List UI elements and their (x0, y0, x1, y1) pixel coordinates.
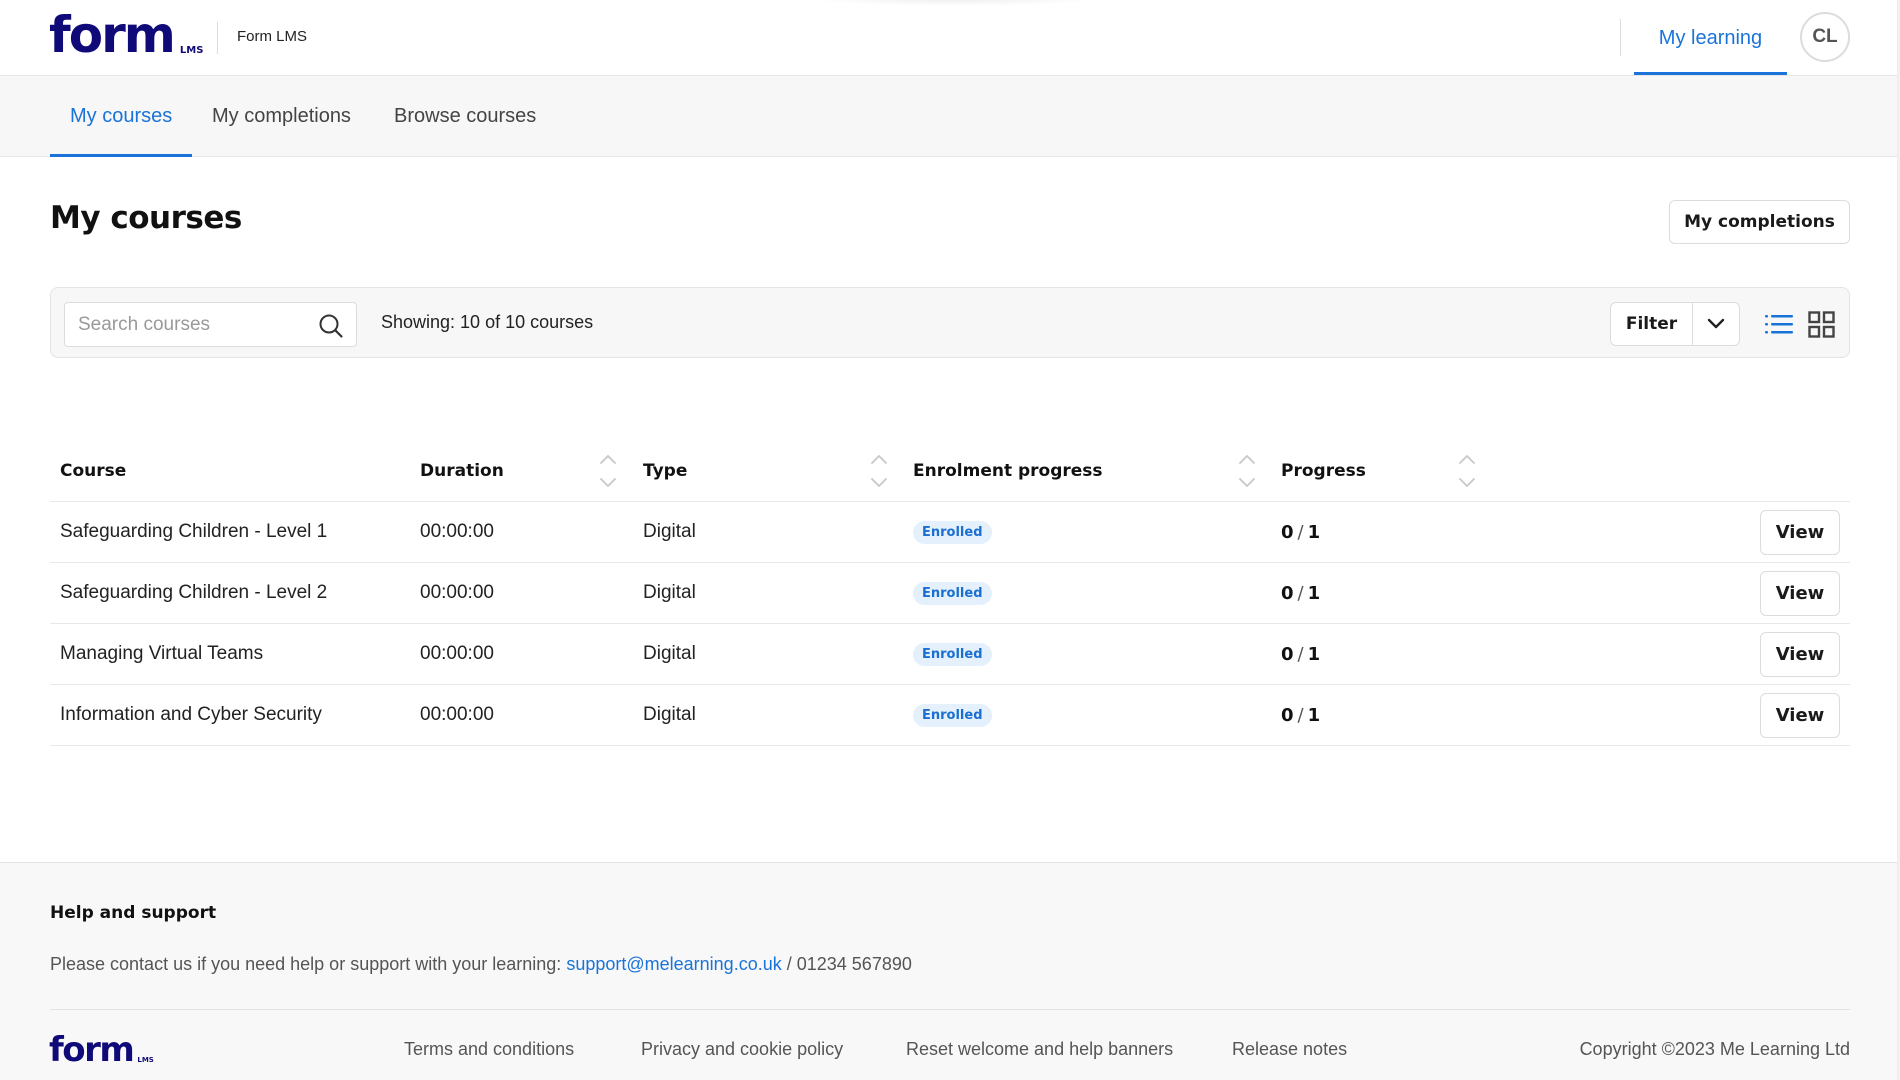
my-learning-tab[interactable]: My learning (1634, 0, 1787, 76)
view-course-button[interactable]: View (1760, 510, 1840, 555)
copyright: Copyright ©2023 Me Learning Ltd (1579, 1039, 1850, 1059)
terms-link[interactable]: Terms and conditions (404, 1039, 574, 1060)
help-message: Please contact us if you need help or su… (50, 954, 562, 974)
progress-completed: 0 (1281, 521, 1294, 543)
support-email-link[interactable]: support@melearning.co.uk (566, 954, 781, 974)
enrolment-status-badge: Enrolled (913, 581, 992, 605)
view-course-button[interactable]: View (1760, 693, 1840, 738)
course-type: Digital (643, 582, 696, 603)
progress-total: 1 (1307, 643, 1321, 665)
progress-separator: / (1297, 521, 1304, 543)
column-duration[interactable]: Duration (420, 440, 504, 502)
enrolment-status-badge: Enrolled (913, 642, 992, 666)
enrolment-status-badge: Enrolled (913, 703, 992, 727)
course-name: Safeguarding Children - Level 2 (60, 582, 328, 603)
progress-total: 1 (1307, 521, 1321, 543)
filter-button[interactable]: Filter (1611, 303, 1693, 345)
progress-separator: / (1297, 582, 1304, 604)
my-completions-button[interactable]: My completions (1669, 200, 1850, 244)
course-duration: 00:00:00 (420, 643, 494, 664)
footer-logo: form LMS (49, 1033, 154, 1067)
grid-view-icon[interactable] (1808, 311, 1835, 338)
app-name: Form LMS (237, 28, 308, 45)
table-row: Safeguarding Children - Level 2 00:00:00… (50, 563, 1850, 624)
view-course-button[interactable]: View (1760, 632, 1840, 677)
help-text: Please contact us if you need help or su… (50, 954, 912, 975)
course-progress: 0/1 (1281, 502, 1320, 562)
list-view-icon[interactable] (1765, 312, 1793, 336)
table-body: Safeguarding Children - Level 1 00:00:00… (50, 502, 1850, 746)
support-phone: / 01234 567890 (786, 954, 912, 974)
column-course: Course (60, 461, 127, 481)
logo-word: form (49, 6, 176, 64)
progress-separator: / (1297, 643, 1304, 665)
privacy-link[interactable]: Privacy and cookie policy (641, 1039, 843, 1060)
user-avatar[interactable]: CL (1800, 12, 1850, 62)
sub-navigation: My courses My completions Browse courses (0, 76, 1897, 157)
form-lms-logo[interactable]: form LMS (49, 10, 203, 60)
footer-divider (50, 1009, 1850, 1010)
sort-enrolment-icon[interactable] (1236, 452, 1258, 490)
header-right-divider (1620, 19, 1621, 56)
header-divider (217, 22, 218, 54)
course-duration: 00:00:00 (420, 582, 494, 603)
sort-progress-icon[interactable] (1456, 452, 1478, 490)
footer-logo-suffix: LMS (137, 1056, 154, 1064)
course-type: Digital (643, 704, 696, 725)
view-course-button[interactable]: View (1760, 571, 1840, 616)
results-count: Showing: 10 of 10 courses (381, 312, 594, 332)
footer-logo-word: form (49, 1030, 135, 1070)
filter-dropdown[interactable]: Filter (1610, 302, 1740, 346)
column-enrolment-progress[interactable]: Enrolment progress (913, 440, 1103, 502)
progress-separator: / (1297, 704, 1304, 726)
course-toolbar: Showing: 10 of 10 courses Filter (50, 287, 1850, 358)
progress-completed: 0 (1281, 643, 1294, 665)
progress-completed: 0 (1281, 704, 1294, 726)
course-type: Digital (643, 521, 696, 542)
page-title: My courses (50, 200, 242, 236)
search-icon[interactable] (318, 313, 344, 339)
course-progress: 0/1 (1281, 563, 1320, 623)
decorative-shadow (810, 0, 1100, 6)
top-header: form LMS Form LMS My learning CL (0, 0, 1897, 76)
course-progress: 0/1 (1281, 685, 1320, 745)
progress-total: 1 (1307, 704, 1321, 726)
table-header: Course Duration Type Enrolment progress … (50, 440, 1850, 502)
table-row: Safeguarding Children - Level 1 00:00:00… (50, 502, 1850, 563)
courses-table: Course Duration Type Enrolment progress … (50, 440, 1850, 746)
course-progress: 0/1 (1281, 624, 1320, 684)
course-name: Safeguarding Children - Level 1 (60, 521, 328, 542)
course-type: Digital (643, 643, 696, 664)
help-title: Help and support (50, 903, 217, 923)
sort-type-icon[interactable] (868, 452, 890, 490)
column-type[interactable]: Type (643, 440, 687, 502)
search-input[interactable] (65, 303, 315, 346)
logo-suffix: LMS (179, 45, 204, 56)
reset-banners-link[interactable]: Reset welcome and help banners (906, 1039, 1173, 1060)
table-row: Managing Virtual Teams 00:00:00 Digital … (50, 624, 1850, 685)
table-row: Information and Cyber Security 00:00:00 … (50, 685, 1850, 746)
progress-completed: 0 (1281, 582, 1294, 604)
course-duration: 00:00:00 (420, 704, 494, 725)
chevron-down-icon[interactable] (1693, 303, 1739, 345)
course-name: Information and Cyber Security (60, 704, 322, 725)
enrolment-status-badge: Enrolled (913, 520, 992, 544)
sort-duration-icon[interactable] (597, 452, 619, 490)
tab-my-courses[interactable]: My courses (49, 76, 193, 157)
column-progress[interactable]: Progress (1281, 440, 1366, 502)
course-name: Managing Virtual Teams (60, 643, 264, 664)
tab-my-completions[interactable]: My completions (212, 76, 351, 157)
progress-total: 1 (1307, 582, 1321, 604)
course-duration: 00:00:00 (420, 521, 494, 542)
release-notes-link[interactable]: Release notes (1232, 1039, 1347, 1060)
search-box (64, 302, 357, 347)
tab-browse-courses[interactable]: Browse courses (394, 76, 536, 157)
footer: Help and support Please contact us if yo… (0, 862, 1897, 1080)
